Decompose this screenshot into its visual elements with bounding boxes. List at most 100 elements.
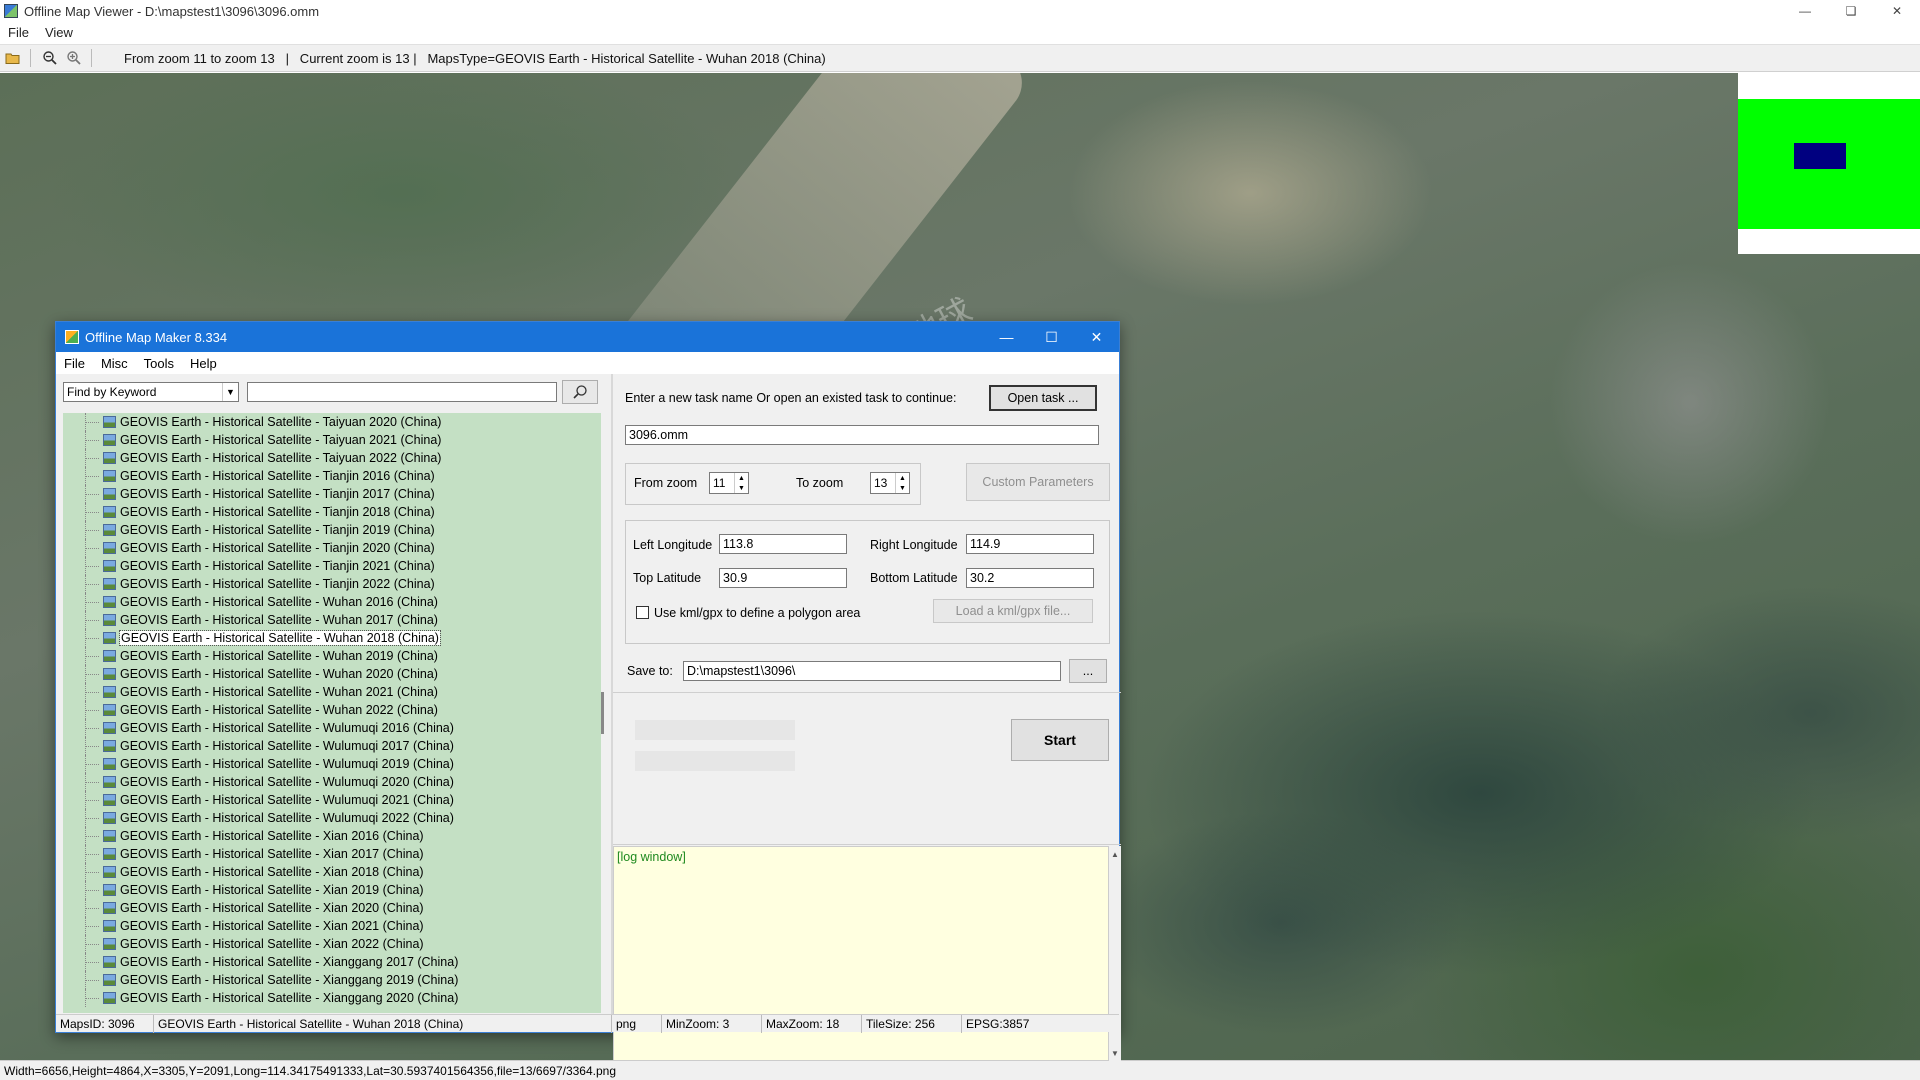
list-item[interactable]: GEOVIS Earth - Historical Satellite - Ta…	[63, 431, 601, 449]
list-item[interactable]: GEOVIS Earth - Historical Satellite - Wu…	[63, 791, 601, 809]
task-panel: Enter a new task name Or open an existed…	[613, 374, 1121, 1061]
list-item-label: GEOVIS Earth - Historical Satellite - Wu…	[119, 630, 441, 646]
list-item[interactable]: GEOVIS Earth - Historical Satellite - Wu…	[63, 773, 601, 791]
minimize-icon[interactable]: —	[1782, 0, 1828, 22]
list-item[interactable]: GEOVIS Earth - Historical Satellite - Xi…	[63, 935, 601, 953]
find-mode-select[interactable]: Find by Keyword ▼	[63, 382, 239, 402]
maximize-icon[interactable]: ☐	[1029, 322, 1074, 352]
scroll-down-icon[interactable]: ▼	[1109, 1047, 1121, 1059]
open-folder-icon[interactable]	[2, 47, 24, 69]
bottom-latitude-input[interactable]	[966, 568, 1094, 588]
list-item[interactable]: GEOVIS Earth - Historical Satellite - Wu…	[63, 701, 601, 719]
list-item[interactable]: GEOVIS Earth - Historical Satellite - Xi…	[63, 881, 601, 899]
list-item[interactable]: GEOVIS Earth - Historical Satellite - Wu…	[63, 737, 601, 755]
list-item[interactable]: GEOVIS Earth - Historical Satellite - Xi…	[63, 989, 601, 1007]
list-item[interactable]: GEOVIS Earth - Historical Satellite - Xi…	[63, 917, 601, 935]
list-item[interactable]: GEOVIS Earth - Historical Satellite - Ti…	[63, 521, 601, 539]
map-layer-icon	[103, 920, 116, 932]
map-layer-icon	[103, 614, 116, 626]
list-item[interactable]: GEOVIS Earth - Historical Satellite - Wu…	[63, 755, 601, 773]
search-input[interactable]	[247, 382, 557, 402]
use-kml-label: Use kml/gpx to define a polygon area	[654, 606, 861, 620]
menu-help[interactable]: Help	[182, 356, 225, 371]
list-item-label: GEOVIS Earth - Historical Satellite - Ta…	[120, 433, 442, 447]
browse-button[interactable]: ...	[1069, 659, 1107, 683]
task-name-input[interactable]	[625, 425, 1099, 445]
to-zoom-stepper[interactable]: 13 ▲ ▼	[870, 472, 910, 494]
list-item[interactable]: GEOVIS Earth - Historical Satellite - Xi…	[63, 845, 601, 863]
list-item-label: GEOVIS Earth - Historical Satellite - Ti…	[120, 487, 435, 501]
menu-view[interactable]: View	[37, 25, 81, 40]
list-item[interactable]: GEOVIS Earth - Historical Satellite - Ti…	[63, 503, 601, 521]
list-item[interactable]: GEOVIS Earth - Historical Satellite - Wu…	[63, 665, 601, 683]
right-longitude-input[interactable]	[966, 534, 1094, 554]
list-item[interactable]: GEOVIS Earth - Historical Satellite - Ta…	[63, 413, 601, 431]
menu-misc[interactable]: Misc	[93, 356, 136, 371]
save-to-input[interactable]	[683, 661, 1061, 681]
close-icon[interactable]: ✕	[1874, 0, 1920, 22]
overview-viewport-box[interactable]	[1794, 143, 1846, 169]
list-item-label: GEOVIS Earth - Historical Satellite - Wu…	[120, 793, 454, 807]
find-mode-value: Find by Keyword	[67, 385, 157, 399]
list-item[interactable]: GEOVIS Earth - Historical Satellite - Xi…	[63, 953, 601, 971]
spin-up-icon[interactable]: ▲	[738, 475, 745, 482]
left-longitude-input[interactable]	[719, 534, 847, 554]
list-scrollbar-thumb[interactable]	[601, 692, 604, 734]
tree-connector	[85, 746, 99, 747]
list-item[interactable]: GEOVIS Earth - Historical Satellite - Ti…	[63, 557, 601, 575]
menu-tools[interactable]: Tools	[136, 356, 182, 371]
search-button[interactable]	[562, 380, 598, 404]
spin-down-icon[interactable]: ▼	[899, 485, 906, 492]
use-kml-checkbox[interactable]	[636, 606, 649, 619]
map-layer-icon	[103, 812, 116, 824]
list-item[interactable]: GEOVIS Earth - Historical Satellite - Wu…	[63, 593, 601, 611]
maker-title-bar[interactable]: Offline Map Maker 8.334 — ☐ ✕	[56, 322, 1119, 352]
list-item[interactable]: GEOVIS Earth - Historical Satellite - Wu…	[63, 629, 601, 647]
list-item[interactable]: GEOVIS Earth - Historical Satellite - Wu…	[63, 809, 601, 827]
map-layer-icon	[103, 524, 116, 536]
maps-tree-list[interactable]: GEOVIS Earth - Historical Satellite - Ta…	[63, 413, 601, 1013]
list-item[interactable]: GEOVIS Earth - Historical Satellite - Wu…	[63, 719, 601, 737]
list-item[interactable]: GEOVIS Earth - Historical Satellite - Xi…	[63, 971, 601, 989]
custom-parameters-button[interactable]: Custom Parameters	[966, 463, 1110, 501]
list-item[interactable]: GEOVIS Earth - Historical Satellite - Wu…	[63, 611, 601, 629]
top-latitude-input[interactable]	[719, 568, 847, 588]
list-item[interactable]: GEOVIS Earth - Historical Satellite - Xi…	[63, 827, 601, 845]
tree-connector	[85, 512, 99, 513]
list-item[interactable]: GEOVIS Earth - Historical Satellite - Wu…	[63, 647, 601, 665]
scroll-up-icon[interactable]: ▲	[1109, 848, 1121, 860]
overview-minimap[interactable]	[1738, 73, 1920, 254]
tree-connector	[85, 476, 99, 477]
load-kml-button[interactable]: Load a kml/gpx file...	[933, 599, 1093, 623]
maps-panel: Find by Keyword ▼ GEOVIS Earth - Histori…	[56, 374, 612, 1014]
list-item[interactable]: GEOVIS Earth - Historical Satellite - Xi…	[63, 899, 601, 917]
zoom-out-icon[interactable]	[39, 47, 61, 69]
tree-connector	[85, 836, 99, 837]
viewer-toolbar: From zoom 11 to zoom 13 | Current zoom i…	[0, 44, 1920, 72]
spin-up-icon[interactable]: ▲	[899, 475, 906, 482]
list-item[interactable]: GEOVIS Earth - Historical Satellite - Xi…	[63, 863, 601, 881]
zoom-in-icon[interactable]	[63, 47, 85, 69]
minimize-icon[interactable]: —	[984, 322, 1029, 352]
list-item-label: GEOVIS Earth - Historical Satellite - Xi…	[120, 937, 424, 951]
tree-connector	[85, 764, 99, 765]
list-item[interactable]: GEOVIS Earth - Historical Satellite - Ti…	[63, 539, 601, 557]
list-item[interactable]: GEOVIS Earth - Historical Satellite - Ta…	[63, 449, 601, 467]
close-icon[interactable]: ✕	[1074, 322, 1119, 352]
start-button[interactable]: Start	[1011, 719, 1109, 761]
chevron-down-icon[interactable]: ▼	[222, 383, 238, 401]
list-item[interactable]: GEOVIS Earth - Historical Satellite - Ti…	[63, 467, 601, 485]
open-task-button[interactable]: Open task ...	[989, 385, 1097, 411]
maker-menu-bar: File Misc Tools Help	[56, 352, 1119, 374]
list-item[interactable]: GEOVIS Earth - Historical Satellite - Wu…	[63, 683, 601, 701]
menu-file[interactable]: File	[0, 25, 37, 40]
list-item[interactable]: GEOVIS Earth - Historical Satellite - Ti…	[63, 485, 601, 503]
spin-down-icon[interactable]: ▼	[738, 485, 745, 492]
from-zoom-stepper[interactable]: 11 ▲ ▼	[709, 472, 749, 494]
log-text: [log window]	[617, 850, 686, 864]
maximize-icon[interactable]: ❏	[1828, 0, 1874, 22]
tree-connector	[85, 692, 99, 693]
list-item[interactable]: GEOVIS Earth - Historical Satellite - Ti…	[63, 575, 601, 593]
viewer-window-title: Offline Map Viewer - D:\mapstest1\3096\3…	[24, 3, 320, 19]
menu-file[interactable]: File	[56, 356, 93, 371]
